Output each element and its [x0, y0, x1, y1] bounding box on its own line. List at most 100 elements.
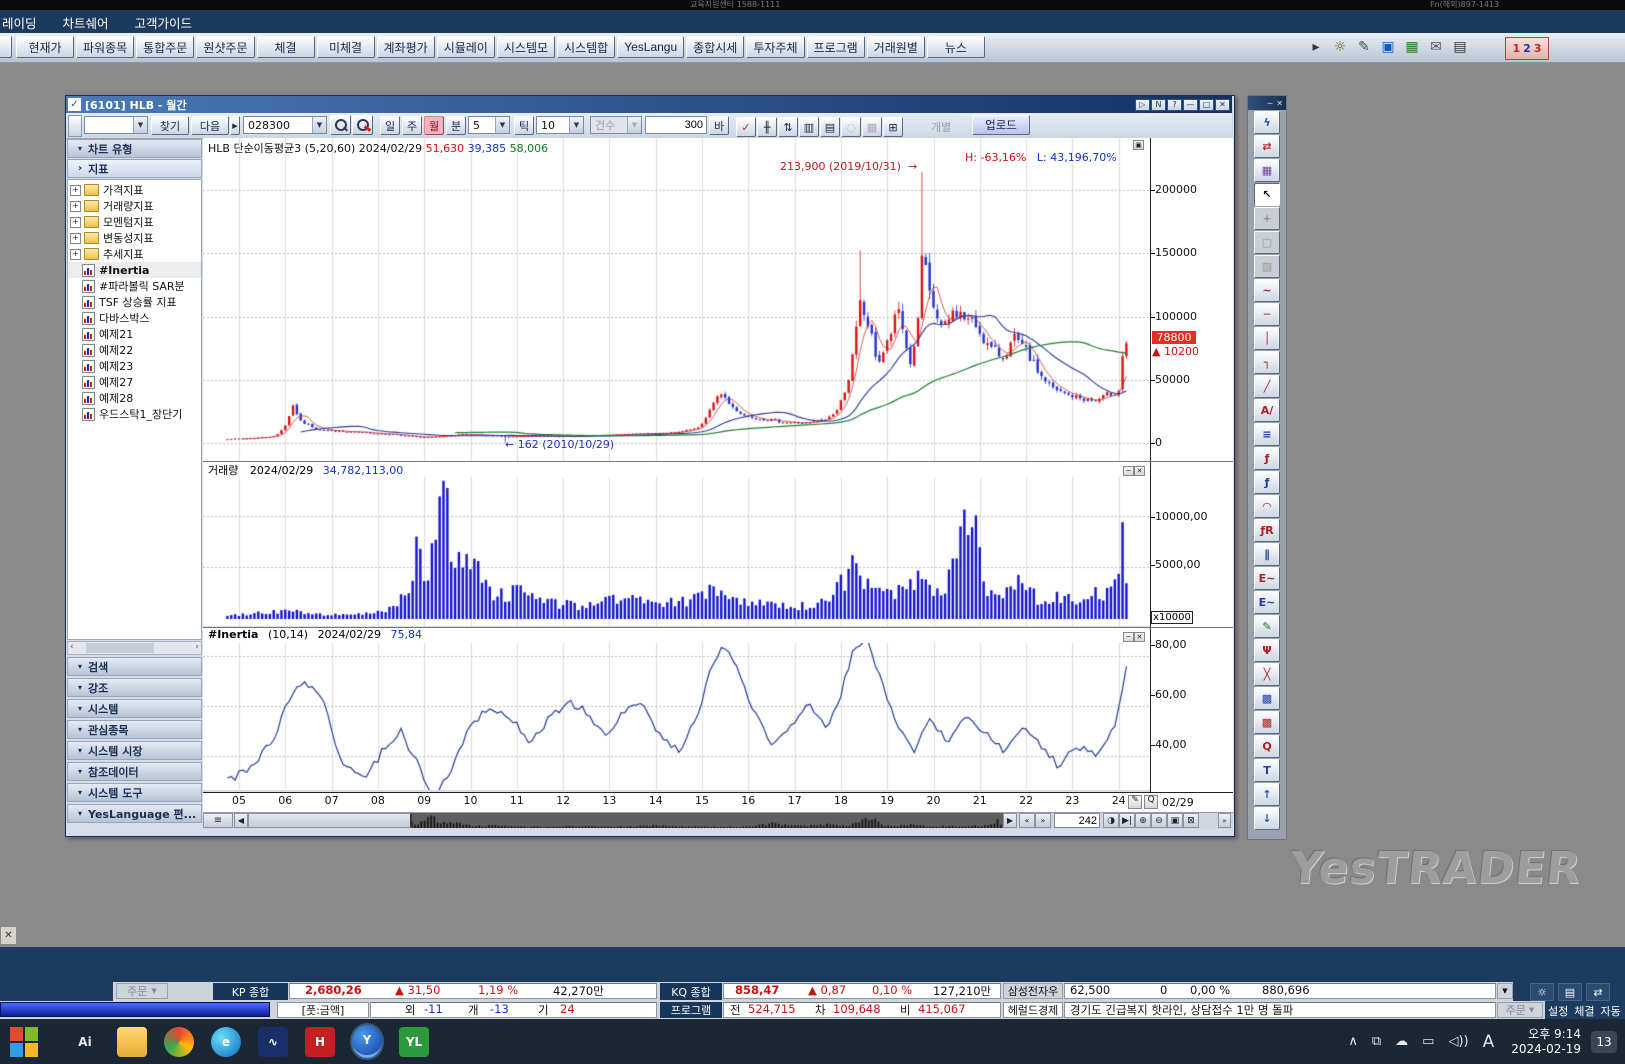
- toolbar-button-11[interactable]: 종합시세: [686, 36, 744, 58]
- quote-board-icon[interactable]: Q: [1254, 735, 1280, 758]
- toolbar-grip[interactable]: [68, 115, 82, 137]
- tree-folder-2[interactable]: +모멘텀지표: [68, 214, 201, 230]
- tree-folder-3[interactable]: +변동성지표: [68, 230, 201, 246]
- gann-fan-icon[interactable]: ╳: [1254, 663, 1280, 686]
- collapse-toolbar-icon[interactable]: »: [1218, 813, 1231, 828]
- toolbar-partial-button[interactable]: [0, 36, 12, 58]
- toolbar-button-15[interactable]: 뉴스: [927, 36, 985, 58]
- combo-arrow-icon[interactable]: ▼: [569, 117, 583, 133]
- next-button[interactable]: 다음: [191, 116, 229, 135]
- indicator-combo[interactable]: ▼: [84, 116, 148, 134]
- scroll-first-button[interactable]: «: [1019, 813, 1035, 828]
- toolbar-button-9[interactable]: 시스템합: [557, 36, 615, 58]
- bar-unit-button[interactable]: 바: [709, 116, 729, 135]
- close-button[interactable]: ✕: [1215, 99, 1230, 111]
- tree-indicator-6[interactable]: 예제23: [68, 358, 201, 374]
- select-region-icon[interactable]: ▨: [1254, 255, 1280, 278]
- crosshair-icon[interactable]: +: [1254, 207, 1280, 230]
- upload-button[interactable]: 업로드: [972, 115, 1030, 135]
- toolbar-button-3[interactable]: 원샷주문: [196, 36, 254, 58]
- period-minute-button[interactable]: 분: [446, 116, 466, 135]
- scroll-thumb[interactable]: [86, 643, 154, 653]
- text-tool-icon[interactable]: T: [1254, 759, 1280, 782]
- compare-icon[interactable]: ✓: [736, 117, 756, 137]
- toolbar-button-14[interactable]: 거래원별: [867, 36, 925, 58]
- scroll-left-button[interactable]: ◀: [234, 813, 248, 828]
- sidebar-section-2[interactable]: ▾시스템: [67, 699, 202, 718]
- pencil-icon[interactable]: ✎: [1254, 615, 1280, 638]
- cursor-icon[interactable]: ↖: [1254, 183, 1280, 206]
- tree-indicator-2[interactable]: TSF 상승률 지표: [68, 294, 201, 310]
- price-label-icon[interactable]: A/: [1254, 399, 1280, 422]
- chevron-up-icon[interactable]: ∧: [1348, 1034, 1358, 1049]
- popout-button[interactable]: ▷: [1135, 99, 1150, 111]
- tree-indicator-3[interactable]: 다바스박스: [68, 310, 201, 326]
- pane-close-icon[interactable]: ✕: [1134, 466, 1145, 476]
- period-month-button[interactable]: 월: [424, 116, 444, 135]
- volume-chart-canvas[interactable]: [203, 477, 1150, 626]
- volume-icon[interactable]: ◁)): [1448, 1034, 1468, 1049]
- search-button[interactable]: [330, 115, 351, 135]
- new-window-button[interactable]: N: [1151, 99, 1166, 111]
- scroll-up-icon[interactable]: ↑: [1254, 783, 1280, 806]
- grid-edit-icon[interactable]: ⊞: [883, 117, 903, 137]
- sidebar-header-indicator[interactable]: ›지표: [67, 159, 202, 178]
- network-icon[interactable]: ▭: [1422, 1034, 1434, 1049]
- tick-combo[interactable]: 10▼: [536, 116, 584, 134]
- combo-arrow-icon[interactable]: ▼: [312, 117, 326, 133]
- scroll-left-icon[interactable]: ‹: [70, 642, 74, 652]
- tree-indicator-9[interactable]: 우드스탁1_장단기: [68, 406, 201, 422]
- scroll-down-icon[interactable]: ↓: [1254, 807, 1280, 830]
- invert-icon[interactable]: ◑: [1103, 813, 1119, 828]
- menu-item-2[interactable]: 고객가이드: [135, 13, 193, 32]
- scroll-right-button[interactable]: ▶: [1003, 813, 1017, 828]
- go-end-icon[interactable]: ▶|: [1119, 813, 1135, 828]
- diagonal-line-icon[interactable]: ╱: [1254, 375, 1280, 398]
- tree-indicator-8[interactable]: 예제28: [68, 390, 201, 406]
- mini-window-close[interactable]: ✕: [0, 926, 17, 945]
- close-icon[interactable]: ✕: [1276, 99, 1283, 108]
- status-button-2[interactable]: 자동: [1601, 1003, 1621, 1017]
- pane-minimize-icon[interactable]: ─: [1123, 466, 1134, 476]
- sync-icon[interactable]: ⇄: [1254, 135, 1280, 158]
- expander-plus-icon[interactable]: +: [70, 233, 81, 244]
- scroll-grip[interactable]: ≡: [203, 813, 233, 828]
- updown-arrows-icon[interactable]: ⇅: [778, 117, 798, 137]
- pane-close-icon[interactable]: ✕: [1134, 632, 1145, 642]
- clock[interactable]: 오후 9:14 2024-02-19: [1511, 1027, 1581, 1057]
- order-combo-2[interactable]: 주문▼: [1497, 1002, 1543, 1018]
- vertical-line-icon[interactable]: │: [1254, 327, 1280, 350]
- price-chart-canvas[interactable]: [203, 138, 1150, 461]
- news-doc-icon[interactable]: ▤: [1558, 983, 1582, 1001]
- fib-extension-icon[interactable]: ƒR: [1254, 519, 1280, 542]
- sidebar-section-5[interactable]: ▾참조데이터: [67, 762, 202, 781]
- visible-bar-count-input[interactable]: [1054, 813, 1100, 828]
- period-tick-button[interactable]: 틱: [514, 116, 534, 135]
- chart-window-titlebar[interactable]: ✓ [6101] HLB - 월간 ▷N?—□✕: [66, 96, 1232, 113]
- taskbar-app-yeslanguage[interactable]: YL: [399, 1027, 429, 1057]
- fib-arc-icon[interactable]: ◠: [1254, 495, 1280, 518]
- tree-folder-0[interactable]: +가격지표: [68, 182, 201, 198]
- taskbar-app-hts-app[interactable]: H: [305, 1027, 335, 1057]
- settings-gear-icon[interactable]: ☼: [1328, 36, 1352, 58]
- select-area-icon[interactable]: ▢: [1254, 231, 1280, 254]
- monitor-icon[interactable]: ▣: [1376, 36, 1400, 58]
- layout-grid-icon[interactable]: ▦: [1400, 36, 1424, 58]
- cloud-offline-icon[interactable]: ☁: [1395, 1034, 1408, 1049]
- expander-plus-icon[interactable]: +: [70, 217, 81, 228]
- mail-icon[interactable]: ✉: [1424, 36, 1448, 58]
- zoom-in-icon[interactable]: ⊕: [1135, 813, 1151, 828]
- gann-grid-icon[interactable]: ▩: [1254, 687, 1280, 710]
- list-icon[interactable]: ▤: [820, 117, 840, 137]
- taskbar-app-chrome[interactable]: [164, 1027, 194, 1057]
- sidebar-hscrollbar[interactable]: ‹ ›: [67, 641, 202, 655]
- fib-fan-icon[interactable]: ƒ: [1254, 471, 1280, 494]
- hotkey-badge[interactable]: 1 2 3: [1505, 37, 1549, 60]
- printer-icon[interactable]: ▤: [1448, 36, 1472, 58]
- zoom-out-icon[interactable]: ◌: [841, 117, 861, 137]
- chart-tools-icon[interactable]: ✎: [1352, 36, 1376, 58]
- grid-link-icon[interactable]: ▦: [1254, 159, 1280, 182]
- expander-plus-icon[interactable]: +: [70, 185, 81, 196]
- maximize-button[interactable]: □: [1199, 99, 1214, 111]
- expander-plus-icon[interactable]: +: [70, 201, 81, 212]
